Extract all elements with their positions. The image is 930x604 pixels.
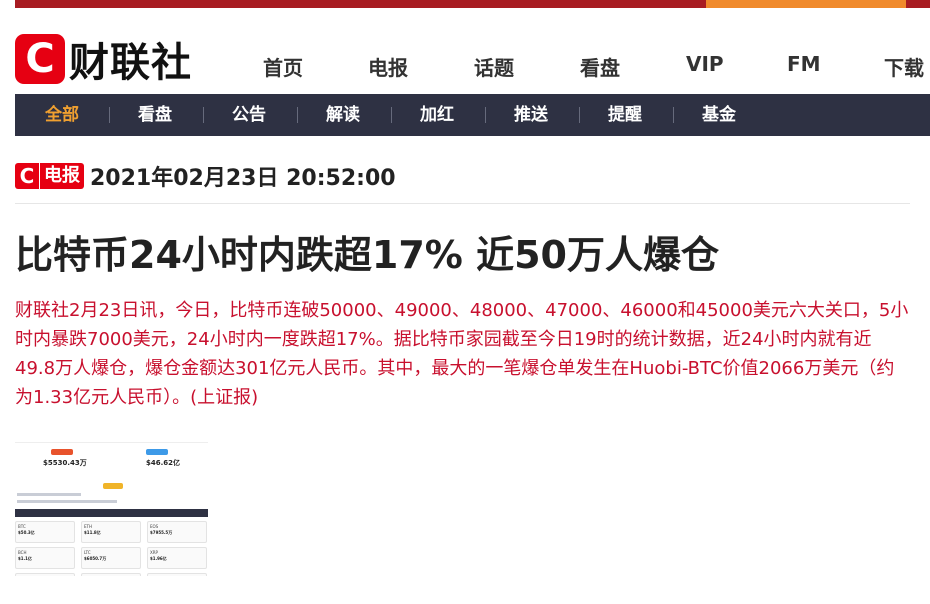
thumb-coin-cell: EOS $7955.5万 (147, 521, 207, 543)
thumb-coin-value: $1.1亿 (18, 556, 32, 561)
thumb-coin-value: $50.3亿 (18, 530, 35, 535)
tab-market[interactable]: 看盘 (138, 94, 172, 136)
thumb-pill (146, 449, 168, 455)
tab-separator (673, 107, 674, 123)
thumb-pill (103, 483, 123, 489)
tab-separator (391, 107, 392, 123)
tab-separator (109, 107, 110, 123)
top-banner-promo[interactable] (706, 0, 906, 8)
thumb-coin-name: EOS (150, 524, 159, 529)
tab-highlighted[interactable]: 加红 (420, 94, 454, 136)
telegraph-badge-label: 电报 (40, 163, 84, 189)
tab-funds[interactable]: 基金 (702, 94, 736, 136)
nav-fm[interactable]: FM (787, 52, 821, 76)
thumb-stat-value: $5530.43万 (43, 459, 87, 467)
nav-telegraph[interactable]: 电报 (368, 52, 408, 81)
thumb-stat-value: $46.62亿 (146, 459, 181, 467)
thumb-stat-card: $5530.43万 (43, 449, 113, 479)
tab-separator (579, 107, 580, 123)
site-header: C 财联社 首页 电报 话题 看盘 VIP FM 下载 (0, 8, 930, 94)
thumb-coin-name: ETH (84, 524, 92, 529)
tab-separator (203, 107, 204, 123)
thumb-coin-value: $1.96亿 (150, 556, 167, 561)
thumb-table-header (15, 509, 208, 517)
thumb-text-line (17, 493, 81, 496)
telegraph-badge: C 电报 (15, 162, 84, 190)
thumb-coin-cell: BTC $50.3亿 (15, 521, 75, 543)
nav-download[interactable]: 下载 (884, 52, 924, 81)
thumb-coin-cell: BCH $1.1亿 (15, 547, 75, 569)
article-headline: 比特币24小时内跌超17% 近50万人爆仓 (15, 233, 719, 277)
telegraph-category-tabs: 全部 看盘 公告 解读 加红 推送 提醒 基金 (15, 94, 930, 136)
thumb-coin-name: XRP (150, 550, 158, 555)
nav-topics[interactable]: 话题 (474, 52, 514, 81)
thumb-stat-card: $46.62亿 (146, 449, 208, 479)
thumb-coin-cell: LTC $6050.7万 (81, 547, 141, 569)
tab-announcements[interactable]: 公告 (232, 94, 266, 136)
tab-push[interactable]: 推送 (514, 94, 548, 136)
top-banner-strip[interactable] (15, 0, 930, 8)
thumb-coin-name: BCH (18, 550, 27, 555)
telegraph-badge-mark: C (15, 163, 39, 189)
divider (15, 203, 910, 204)
thumb-coin-cell (147, 573, 207, 576)
thumb-coin-cell (15, 573, 75, 576)
article-body: 财联社2月23日讯，今日，比特币连破50000、49000、48000、4700… (15, 300, 909, 408)
article-image-thumbnail[interactable]: $5530.43万 $46.62亿 BTC $50.3亿 ETH $11.8亿 … (15, 442, 208, 576)
tab-analysis[interactable]: 解读 (326, 94, 360, 136)
tab-separator (297, 107, 298, 123)
thumb-coin-cell: ETH $11.8亿 (81, 521, 141, 543)
telegraph-datetime: 2021年02月23日 20:52:00 (90, 166, 396, 191)
thumb-pill (51, 449, 73, 455)
thumb-coin-value: $7955.5万 (150, 530, 173, 535)
main-nav: 首页 电报 话题 看盘 VIP FM 下载 (0, 52, 930, 82)
nav-home[interactable]: 首页 (263, 52, 303, 81)
tab-all[interactable]: 全部 (45, 94, 79, 136)
tab-separator (485, 107, 486, 123)
thumb-coin-name: LTC (84, 550, 91, 555)
thumb-text-line (17, 500, 117, 503)
thumb-coin-cell: XRP $1.96亿 (147, 547, 207, 569)
tab-alerts[interactable]: 提醒 (608, 94, 642, 136)
thumb-coin-value: $6050.7万 (84, 556, 107, 561)
thumb-coin-name: BTC (18, 524, 26, 529)
thumb-coin-cell (81, 573, 141, 576)
thumb-coin-value: $11.8亿 (84, 530, 101, 535)
telegraph-meta: C 电报 2021年02月23日 20:52:00 (15, 160, 396, 192)
nav-vip[interactable]: VIP (686, 52, 724, 76)
nav-market[interactable]: 看盘 (580, 52, 620, 81)
